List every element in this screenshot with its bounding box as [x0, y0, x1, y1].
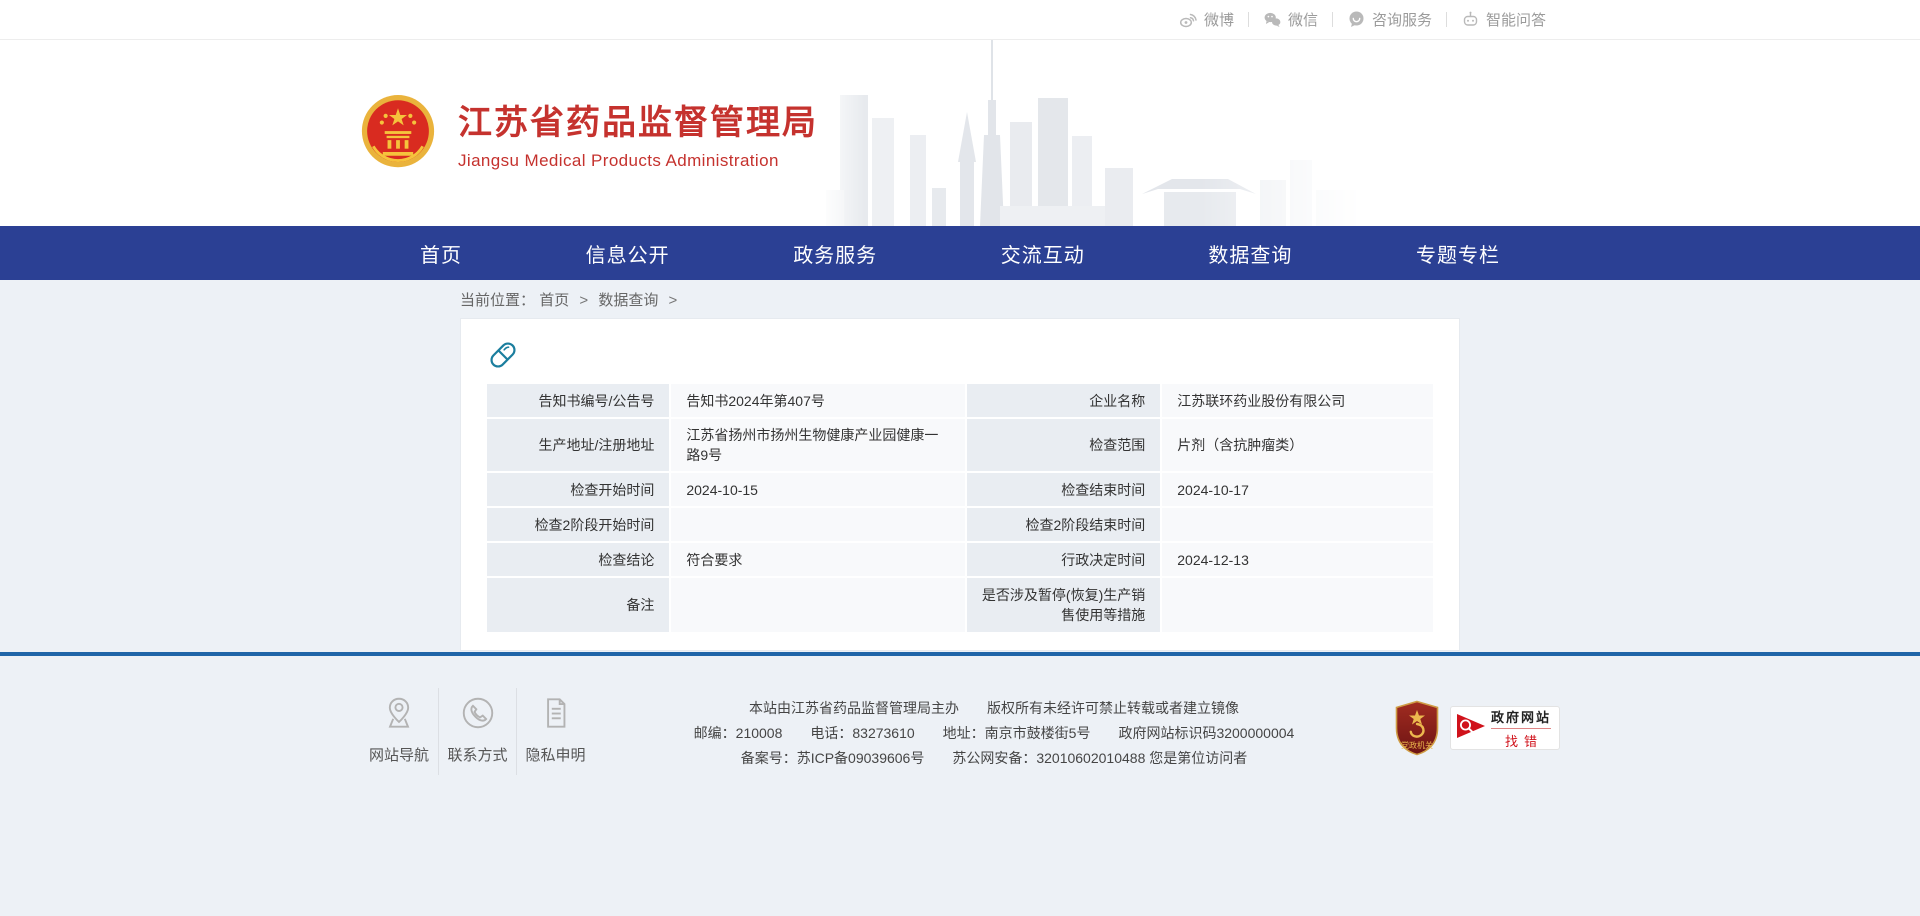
main-content: 当前位置： 首页 > 数据查询 > 告知书编号/公告号 告知书2024年第 — [0, 280, 1920, 652]
field-value-address: 江苏省扬州市扬州生物健康产业园健康一路9号 — [671, 419, 964, 471]
wechat-link[interactable]: 微信 — [1249, 9, 1332, 30]
site-subtitle: Jiangsu Medical Products Administration — [458, 151, 818, 171]
nav-item-special-topics[interactable]: 专题专栏 — [1416, 239, 1500, 268]
inspection-detail-table: 告知书编号/公告号 告知书2024年第407号 企业名称 江苏联环药业股份有限公… — [485, 382, 1435, 634]
table-row: 备注 是否涉及暂停(恢复)生产销售使用等措施 — [487, 578, 1433, 632]
site-header: 江苏省药品监督管理局 Jiangsu Medical Products Admi… — [0, 40, 1920, 226]
footer-info: 本站由江苏省药品监督管理局主办 版权所有未经许可禁止转载或者建立镜像 邮编：21… — [624, 688, 1364, 771]
field-label-end-date: 检查结束时间 — [967, 473, 1161, 506]
field-label-phase2-start: 检查2阶段开始时间 — [487, 508, 669, 541]
field-value-company-name: 江苏联环药业股份有限公司 — [1162, 384, 1433, 417]
breadcrumb-separator: > — [579, 292, 588, 309]
field-label-phase2-end: 检查2阶段结束时间 — [967, 508, 1161, 541]
site-map-link[interactable]: 网站导航 — [360, 688, 438, 775]
field-value-inspection-scope: 片剂（含抗肿瘤类） — [1162, 419, 1433, 471]
site-footer: 网站导航 联系方式 — [0, 656, 1920, 912]
footer-badges: 党政机关 政府网站 找错 — [1394, 688, 1560, 756]
field-label-decision-date: 行政决定时间 — [967, 543, 1161, 576]
weibo-link[interactable]: 微博 — [1165, 9, 1248, 30]
field-label-company-name: 企业名称 — [967, 384, 1161, 417]
site-map-label: 网站导航 — [360, 744, 438, 765]
footer-line-icp: 备案号：苏ICP备09039606号 苏公网安备：32010602010488 … — [624, 746, 1364, 771]
gov-site-error-report-badge[interactable]: 政府网站 找错 — [1450, 706, 1560, 750]
table-row: 检查结论 符合要求 行政决定时间 2024-12-13 — [487, 543, 1433, 576]
smart-qa-link[interactable]: 智能问答 — [1447, 9, 1560, 30]
pill-capsule-icon — [485, 337, 521, 373]
inspection-record-card: 告知书编号/公告号 告知书2024年第407号 企业名称 江苏联环药业股份有限公… — [460, 318, 1460, 651]
badge-find-subtitle: 找错 — [1499, 731, 1543, 750]
weibo-icon — [1179, 10, 1198, 29]
field-label-notice-number: 告知书编号/公告号 — [487, 384, 669, 417]
chat-bubble-icon — [1347, 10, 1366, 29]
badge-find-title: 政府网站 — [1491, 707, 1551, 729]
privacy-link[interactable]: 隐私申明 — [516, 688, 594, 775]
field-value-remarks — [671, 578, 964, 632]
wechat-label: 微信 — [1288, 9, 1318, 30]
field-value-decision-date: 2024-12-13 — [1162, 543, 1433, 576]
field-value-end-date: 2024-10-17 — [1162, 473, 1433, 506]
field-label-conclusion: 检查结论 — [487, 543, 669, 576]
site-title: 江苏省药品监督管理局 — [458, 95, 818, 144]
field-value-suspension-measures — [1162, 578, 1433, 632]
breadcrumb-home-link[interactable]: 首页 — [539, 292, 569, 309]
phone-icon — [439, 694, 516, 732]
robot-icon — [1461, 10, 1480, 29]
breadcrumb-label: 当前位置： — [460, 292, 535, 309]
field-label-start-date: 检查开始时间 — [487, 473, 669, 506]
svg-text:党政机关: 党政机关 — [1401, 740, 1433, 750]
location-pin-icon — [360, 694, 438, 732]
main-nav: 首页 信息公开 政务服务 交流互动 数据查询 专题专栏 — [0, 226, 1920, 280]
party-gov-shield-badge[interactable]: 党政机关 — [1394, 700, 1440, 756]
consult-service-link[interactable]: 咨询服务 — [1333, 9, 1446, 30]
smart-qa-label: 智能问答 — [1486, 9, 1546, 30]
magnifier-flag-icon — [1456, 711, 1486, 746]
breadcrumb: 当前位置： 首页 > 数据查询 > — [460, 280, 1460, 314]
table-row: 告知书编号/公告号 告知书2024年第407号 企业名称 江苏联环药业股份有限公… — [487, 384, 1433, 417]
contact-label: 联系方式 — [439, 744, 516, 765]
privacy-label: 隐私申明 — [517, 744, 594, 765]
nav-item-gov-services[interactable]: 政务服务 — [793, 239, 877, 268]
field-value-start-date: 2024-10-15 — [671, 473, 964, 506]
field-value-phase2-start — [671, 508, 964, 541]
contact-link[interactable]: 联系方式 — [438, 688, 516, 775]
weibo-label: 微博 — [1204, 9, 1234, 30]
wechat-icon — [1263, 10, 1282, 29]
field-label-suspension-measures: 是否涉及暂停(恢复)生产销售使用等措施 — [967, 578, 1161, 632]
field-label-address: 生产地址/注册地址 — [487, 419, 669, 471]
consult-service-label: 咨询服务 — [1372, 9, 1432, 30]
document-icon — [517, 694, 594, 732]
nav-item-interaction[interactable]: 交流互动 — [1001, 239, 1085, 268]
breadcrumb-section-link[interactable]: 数据查询 — [598, 292, 658, 309]
footer-line-host: 本站由江苏省药品监督管理局主办 版权所有未经许可禁止转载或者建立镜像 — [624, 696, 1364, 721]
field-value-phase2-end — [1162, 508, 1433, 541]
footer-quicklinks: 网站导航 联系方式 — [360, 688, 594, 775]
nav-item-home[interactable]: 首页 — [420, 239, 462, 268]
footer-line-contact: 邮编：210008 电话：83273610 地址：南京市鼓楼街5号 政府网站标识… — [624, 721, 1364, 746]
field-label-inspection-scope: 检查范围 — [967, 419, 1161, 471]
breadcrumb-separator: > — [669, 292, 678, 309]
field-value-conclusion: 符合要求 — [671, 543, 964, 576]
nav-item-info-disclosure[interactable]: 信息公开 — [586, 239, 670, 268]
table-row: 检查2阶段开始时间 检查2阶段结束时间 — [487, 508, 1433, 541]
field-label-remarks: 备注 — [487, 578, 669, 632]
table-row: 检查开始时间 2024-10-15 检查结束时间 2024-10-17 — [487, 473, 1433, 506]
top-utility-bar: 微博 微信 — [0, 0, 1920, 40]
nav-item-data-query[interactable]: 数据查询 — [1208, 239, 1292, 268]
table-row: 生产地址/注册地址 江苏省扬州市扬州生物健康产业园健康一路9号 检查范围 片剂（… — [487, 419, 1433, 471]
field-value-notice-number: 告知书2024年第407号 — [671, 384, 964, 417]
national-emblem-logo — [360, 93, 436, 173]
brand[interactable]: 江苏省药品监督管理局 Jiangsu Medical Products Admi… — [360, 93, 818, 173]
